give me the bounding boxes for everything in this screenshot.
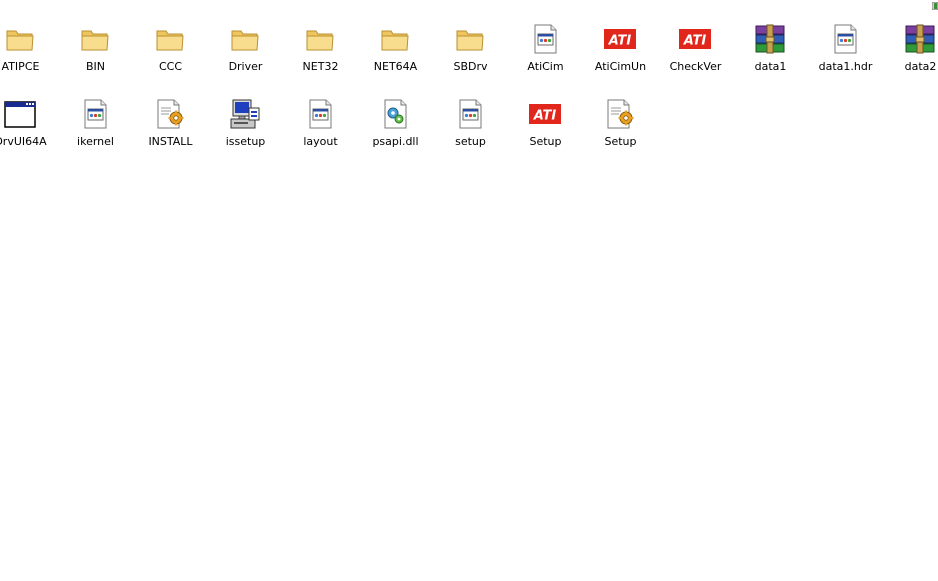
folder-icon xyxy=(79,23,111,55)
file-item-net32[interactable]: NET32 xyxy=(283,7,358,77)
file-item-aticim[interactable]: AtiCim xyxy=(508,7,583,77)
file-label: data2 xyxy=(904,60,937,73)
file-item-setup-config[interactable]: Setup xyxy=(583,82,658,152)
winrar-archive-icon xyxy=(754,23,786,55)
exe-document-icon xyxy=(79,98,111,130)
config-settings-icon xyxy=(604,98,636,130)
config-settings-icon xyxy=(154,98,186,130)
file-item-data2[interactable]: data2 xyxy=(883,7,938,77)
scrollbar-edge xyxy=(931,0,938,11)
file-item-setup-ati[interactable]: ATI Setup xyxy=(508,82,583,152)
file-item-setup[interactable]: setup xyxy=(433,82,508,152)
file-item-ikernel[interactable]: ikernel xyxy=(58,82,133,152)
svg-text:ATI: ATI xyxy=(683,34,707,49)
exe-document-icon xyxy=(304,98,336,130)
file-item-sbdrv[interactable]: SBDrv xyxy=(433,7,508,77)
folder-icon xyxy=(304,23,336,55)
exe-document-icon xyxy=(454,98,486,130)
file-item-install[interactable]: INSTALL xyxy=(133,82,208,152)
file-view: ATIPCE BIN CCC Driver NET32 NET64A SBDrv… xyxy=(0,0,938,581)
file-label: Setup xyxy=(604,135,637,148)
file-item-ccc[interactable]: CCC xyxy=(133,7,208,77)
exe-document-icon xyxy=(529,23,561,55)
svg-text:ATI: ATI xyxy=(608,34,632,49)
file-item-psapi-dll[interactable]: psapi.dll xyxy=(358,82,433,152)
folder-icon xyxy=(4,23,36,55)
file-item-bin[interactable]: BIN xyxy=(58,7,133,77)
svg-text:ATI: ATI xyxy=(533,109,557,124)
exe-document-icon xyxy=(829,23,861,55)
ati-logo-icon: ATI xyxy=(604,23,636,55)
file-item-aticimun[interactable]: ATI AtiCimUn xyxy=(583,7,658,77)
file-item-data1[interactable]: data1 xyxy=(733,7,808,77)
folder-icon xyxy=(154,23,186,55)
folder-icon xyxy=(379,23,411,55)
file-item-driver[interactable]: Driver xyxy=(208,7,283,77)
file-item-data1-hdr[interactable]: data1.hdr xyxy=(808,7,883,77)
file-item-net64a[interactable]: NET64A xyxy=(358,7,433,77)
folder-icon xyxy=(454,23,486,55)
file-item-layout[interactable]: layout xyxy=(283,82,358,152)
file-item-checkver[interactable]: ATI CheckVer xyxy=(658,7,733,77)
ati-logo-icon: ATI xyxy=(529,98,561,130)
dll-gear-icon xyxy=(379,98,411,130)
winrar-archive-icon xyxy=(904,23,936,55)
ati-logo-icon: ATI xyxy=(679,23,711,55)
folder-icon xyxy=(229,23,261,55)
installer-computer-icon xyxy=(229,98,261,130)
application-window-icon xyxy=(4,98,36,130)
file-item-issetup[interactable]: issetup xyxy=(208,82,283,152)
